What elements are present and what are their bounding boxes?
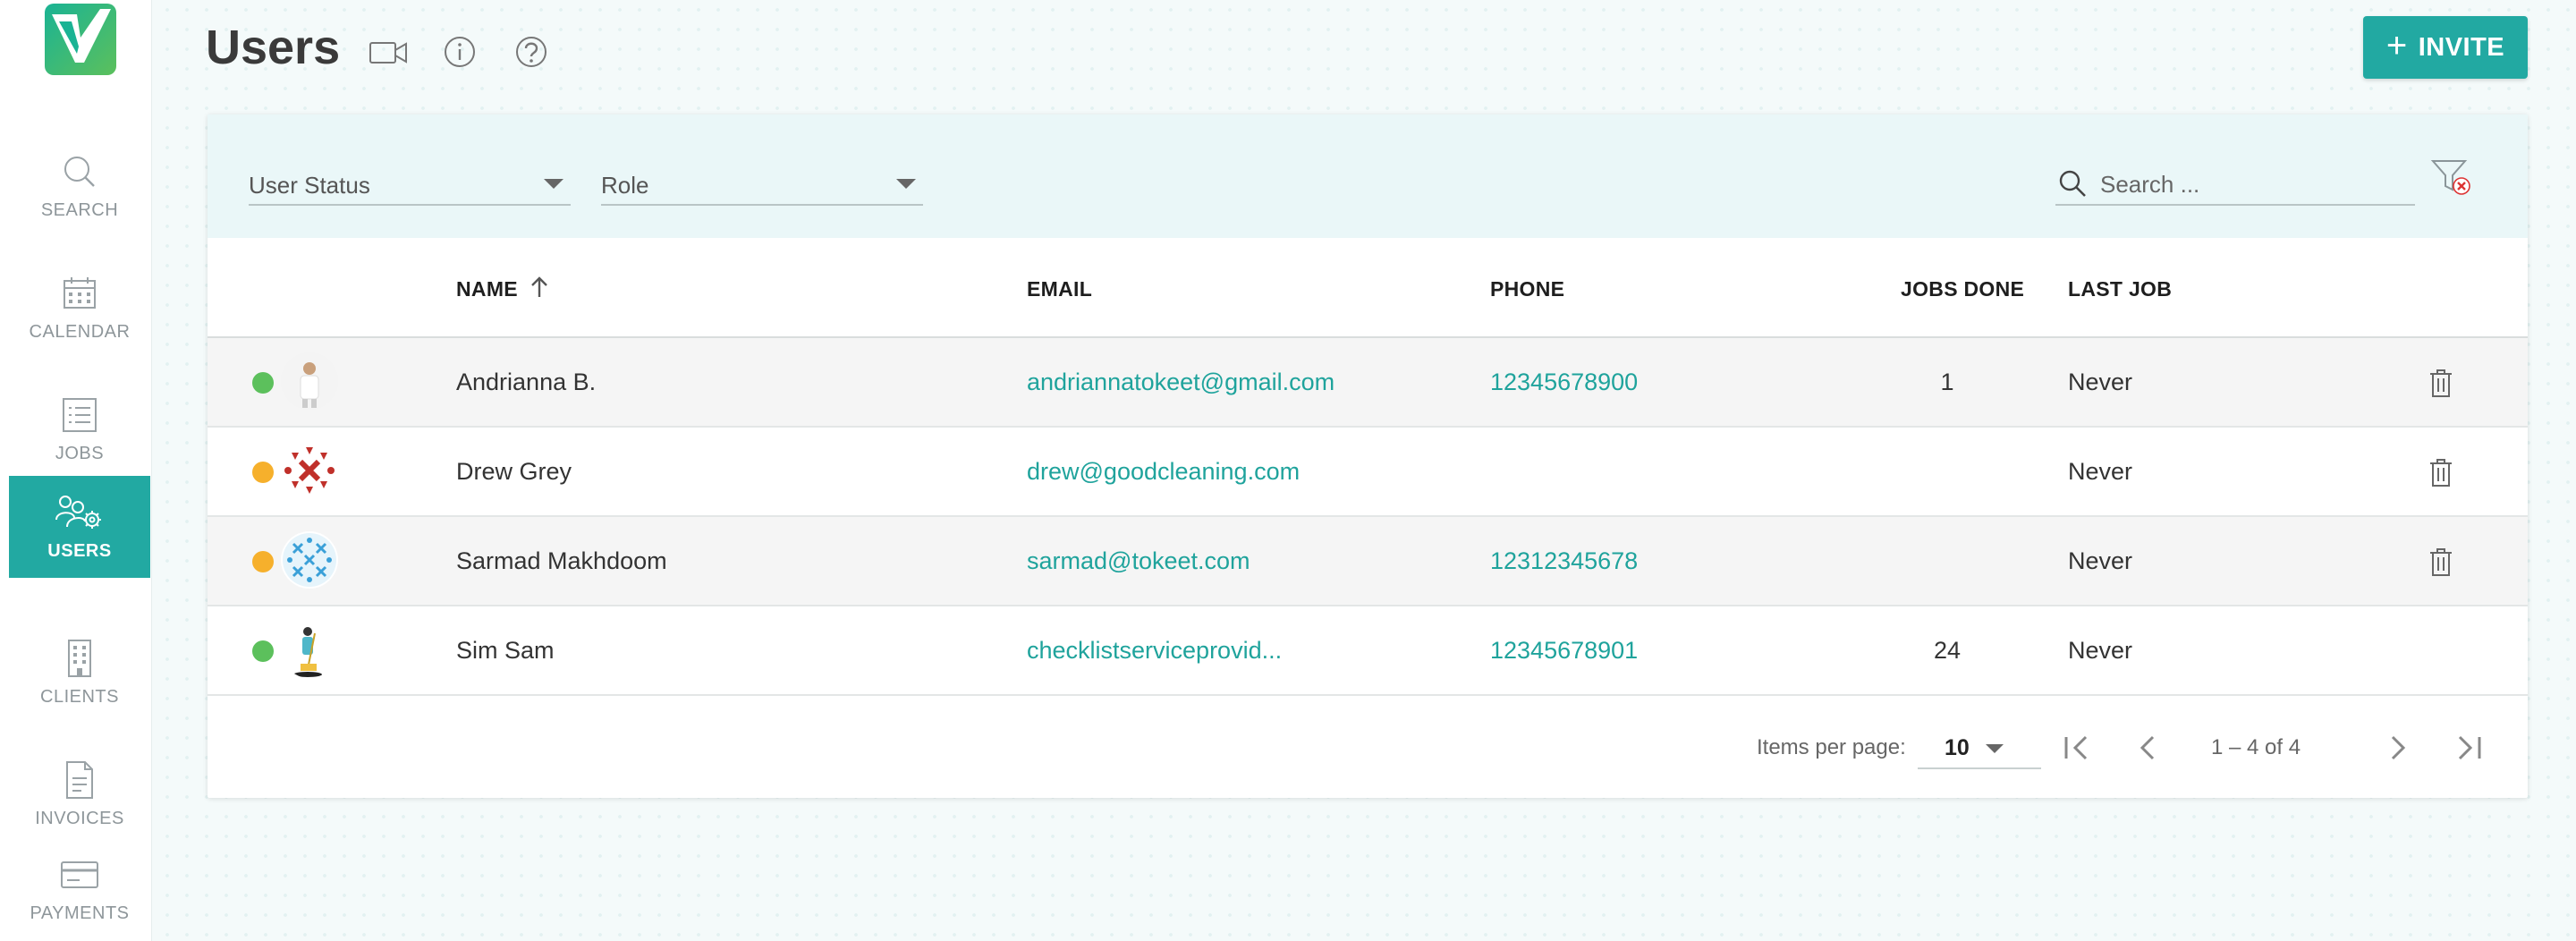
last-job-value: Never <box>2068 637 2133 664</box>
user-phone-link[interactable]: 12345678901 <box>1490 637 1638 665</box>
sidebar-item-payments[interactable]: PAYMENTS <box>9 837 150 941</box>
user-name: Andrianna B. <box>456 369 597 395</box>
video-camera-icon[interactable] <box>369 32 408 72</box>
chevron-down-icon <box>1986 744 2004 753</box>
user-phone-link[interactable]: 12345678900 <box>1490 369 1638 396</box>
previous-page-icon[interactable] <box>2129 728 2168 767</box>
sidebar: SEARCH CALENDAR JOBS USERS CLIENTS INVOI… <box>0 0 152 941</box>
user-status-select[interactable]: User Status <box>249 156 571 206</box>
status-dot-pending <box>252 551 274 572</box>
column-header-name[interactable]: NAME <box>456 277 518 301</box>
column-header-last-job: LAST JOB <box>2068 277 2173 301</box>
user-name: Sarmad Makhdoom <box>456 547 667 574</box>
sidebar-item-label: CLIENTS <box>40 686 119 707</box>
avatar <box>281 352 338 410</box>
invoice-icon <box>66 760 93 799</box>
role-select[interactable]: Role <box>601 156 923 206</box>
avatar <box>281 442 338 499</box>
clear-filter-icon[interactable] <box>2429 156 2474 200</box>
user-phone-link[interactable]: 12312345678 <box>1490 547 1638 575</box>
sidebar-item-jobs[interactable]: JOBS <box>9 377 150 481</box>
sidebar-item-label: PAYMENTS <box>30 903 130 923</box>
sidebar-item-label: SEARCH <box>40 199 119 220</box>
status-dot-active <box>252 372 274 394</box>
sidebar-item-label: JOBS <box>55 443 105 463</box>
items-per-page-label: Items per page: <box>1757 735 1906 759</box>
sidebar-item-label: CALENDAR <box>29 321 131 342</box>
jobs-done-value: 1 <box>1940 369 1954 395</box>
page-range: 1 – 4 of 4 <box>2211 735 2301 759</box>
user-email-link[interactable]: checklistserviceprovid... <box>1027 637 1282 665</box>
user-name: Sim Sam <box>456 637 555 664</box>
avatar <box>281 621 338 678</box>
help-icon[interactable] <box>512 32 551 72</box>
next-page-icon[interactable] <box>2377 728 2417 767</box>
sidebar-item-search[interactable]: SEARCH <box>9 134 150 238</box>
credit-card-icon <box>61 860 98 888</box>
status-dot-active <box>252 640 274 662</box>
table-row[interactable]: Andrianna B. andriannatokeet@gmail.com 1… <box>208 338 2528 428</box>
user-email-link[interactable]: andriannatokeet@gmail.com <box>1027 369 1335 396</box>
chevron-down-icon <box>896 179 916 189</box>
user-email-link[interactable]: drew@goodcleaning.com <box>1027 458 1300 486</box>
trash-icon[interactable] <box>2426 456 2456 488</box>
sidebar-item-clients[interactable]: CLIENTS <box>9 621 150 725</box>
column-header-jobs-done: JOBS DONE <box>1901 277 2025 301</box>
page-size-select[interactable]: 10 <box>1918 728 2041 769</box>
search-icon <box>2059 170 2086 197</box>
chevron-down-icon <box>544 179 564 189</box>
paginator: Items per page: 10 1 – 4 of 4 <box>208 696 2528 798</box>
last-job-value: Never <box>2068 458 2133 485</box>
users-card: User Status Role NAME EMAIL PHONE JOBS D… <box>208 114 2528 798</box>
sidebar-item-invoices[interactable]: INVOICES <box>9 742 150 846</box>
avatar <box>281 531 338 589</box>
page-title: Users <box>206 21 341 74</box>
sidebar-item-users[interactable]: USERS <box>9 476 150 578</box>
status-dot-pending <box>252 462 274 483</box>
search-field[interactable] <box>2055 156 2415 206</box>
column-header-phone: PHONE <box>1490 277 1565 301</box>
search-icon <box>64 156 95 187</box>
last-job-value: Never <box>2068 369 2133 395</box>
list-icon <box>63 397 97 432</box>
user-email-link[interactable]: sarmad@tokeet.com <box>1027 547 1250 575</box>
calendar-icon <box>64 276 96 309</box>
trash-icon[interactable] <box>2426 367 2456 399</box>
info-icon[interactable] <box>440 32 479 72</box>
user-name: Drew Grey <box>456 458 572 485</box>
first-page-icon[interactable] <box>2057 728 2097 767</box>
page-size-value: 10 <box>1945 735 1970 760</box>
sidebar-item-label: USERS <box>47 540 112 561</box>
filter-bar: User Status Role <box>208 114 2528 238</box>
table-row[interactable]: Sarmad Makhdoom sarmad@tokeet.com 123123… <box>208 517 2528 606</box>
invite-button[interactable]: + INVITE <box>2363 16 2528 79</box>
trash-icon[interactable] <box>2426 546 2456 578</box>
column-header-email: EMAIL <box>1027 277 1093 301</box>
sidebar-item-calendar[interactable]: CALENDAR <box>9 256 150 360</box>
table-header: NAME EMAIL PHONE JOBS DONE LAST JOB <box>208 238 2528 338</box>
building-icon <box>68 639 91 677</box>
last-job-value: Never <box>2068 547 2133 574</box>
role-label: Role <box>601 172 649 199</box>
table-row[interactable]: Sim Sam checklistserviceprovid... 123456… <box>208 606 2528 696</box>
search-input[interactable] <box>2100 170 2404 199</box>
app-logo[interactable] <box>45 4 116 75</box>
table-row[interactable]: Drew Grey drew@goodcleaning.com Never <box>208 428 2528 517</box>
arrow-up-icon[interactable] <box>526 272 553 302</box>
jobs-done-value: 24 <box>1933 637 1962 664</box>
last-page-icon[interactable] <box>2449 728 2488 767</box>
users-gear-icon <box>55 495 101 529</box>
user-status-label: User Status <box>249 172 370 199</box>
sidebar-item-label: INVOICES <box>35 808 124 828</box>
plus-icon: + <box>2385 26 2408 65</box>
invite-button-label: INVITE <box>2418 32 2505 62</box>
